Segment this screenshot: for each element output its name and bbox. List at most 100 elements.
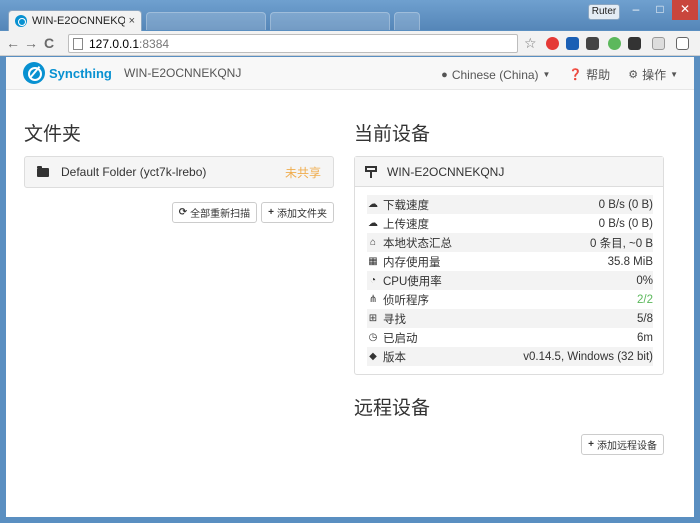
signpost-icon: ⊞ xyxy=(368,313,378,324)
stat-label: CPU使用率 xyxy=(383,275,442,288)
add-remote-device-button[interactable]: + 添加远程设备 xyxy=(581,434,664,455)
profile-badge[interactable]: Ruter xyxy=(588,4,620,20)
maximize-button[interactable]: □ xyxy=(648,0,672,20)
page-icon xyxy=(73,37,83,50)
navbar-right: ● Chinese (China) ▼ ❓ 帮助 ⚙ 操作 ▼ xyxy=(441,66,678,83)
memory-icon: ▦ xyxy=(368,256,378,267)
remote-device-actions: + 添加远程设备 xyxy=(354,434,664,455)
sitemap-icon: ⋔ xyxy=(368,294,378,305)
stat-label: 版本 xyxy=(383,351,406,364)
cloud-upload-icon: ☁ xyxy=(368,218,378,229)
background-tab[interactable] xyxy=(146,12,266,30)
globe-icon: ● xyxy=(441,68,448,81)
stat-value: 5/8 xyxy=(637,312,653,325)
stat-row: ▦ 内存使用量 35.8 MiB xyxy=(367,252,653,271)
stat-row: ☁ 上传速度 0 B/s (0 B) xyxy=(367,214,653,233)
app-navbar: Syncthing WIN-E2OCNNEKQNJ ● Chinese (Chi… xyxy=(6,57,694,90)
background-tab[interactable] xyxy=(270,12,390,30)
navbar-device-name: WIN-E2OCNNEKQNJ xyxy=(124,66,242,80)
folder-item[interactable]: Default Folder (yct7k-lrebo) 未共享 xyxy=(24,156,334,188)
clock-icon: ◷ xyxy=(368,332,378,343)
browser-toolbar: ← → C 127.0.0.1 :8384 ☆ xyxy=(0,31,700,56)
green-extension-icon[interactable] xyxy=(608,37,621,50)
stat-label: 侦听程序 xyxy=(383,294,429,307)
stat-label: 寻找 xyxy=(383,313,406,326)
page-content: Syncthing WIN-E2OCNNEKQNJ ● Chinese (Chi… xyxy=(6,57,694,517)
stat-value: 6m xyxy=(637,331,653,344)
brand-name: Syncthing xyxy=(49,65,112,81)
help-label: 帮助 xyxy=(586,68,611,82)
dashboard-icon: ◔ xyxy=(369,275,377,286)
cast-extension-icon[interactable] xyxy=(652,37,665,50)
menu-icon[interactable] xyxy=(676,37,689,50)
add-remote-device-label: 添加远程设备 xyxy=(597,441,657,452)
stat-row: ◆ 版本 v0.14.5, Windows (32 bit) xyxy=(367,347,653,366)
cloud-download-icon: ☁ xyxy=(368,199,378,210)
stat-value: 0% xyxy=(636,274,653,287)
browser-window: WIN-E2OCNNEKQNJ | S × Ruter – □ ✕ ← → C … xyxy=(0,0,700,523)
tag-icon: ◆ xyxy=(369,351,377,362)
address-host: 127.0.0.1 xyxy=(89,36,140,51)
stat-value: 0 条目, ~0 B xyxy=(590,237,653,250)
v-extension-icon[interactable] xyxy=(566,37,579,50)
opera-extension-icon[interactable] xyxy=(546,37,559,50)
stat-row: ☁ 下载速度 0 B/s (0 B) xyxy=(367,195,653,214)
browser-tab[interactable]: WIN-E2OCNNEKQNJ | S × xyxy=(8,10,142,31)
stat-value: 2/2 xyxy=(637,293,653,306)
syncthing-favicon-icon xyxy=(15,15,27,27)
folder-actions: ⟳ 全部重新扫描 + 添加文件夹 xyxy=(24,202,334,223)
stat-row: ◷ 已启动 6m xyxy=(367,328,653,347)
caret-down-icon: ▼ xyxy=(670,70,678,79)
refresh-icon: ⟳ xyxy=(178,207,188,218)
devices-column: 当前设备 WIN-E2OCNNEKQNJ ☁ 下载速度 0 B/s (0 B) ☁ 上传… xyxy=(354,119,664,455)
folder-name: Default Folder (yct7k-lrebo) xyxy=(61,165,207,179)
folder-icon xyxy=(37,165,49,177)
minimize-button[interactable]: – xyxy=(624,0,648,20)
tab-close-icon[interactable]: × xyxy=(129,15,135,27)
stat-label: 已启动 xyxy=(383,332,418,345)
rescan-all-button[interactable]: ⟳ 全部重新扫描 xyxy=(171,202,258,223)
plus-icon: + xyxy=(268,207,274,218)
this-device-header[interactable]: WIN-E2OCNNEKQNJ xyxy=(355,157,663,187)
question-icon: ❓ xyxy=(568,69,583,81)
tab-title: WIN-E2OCNNEKQNJ | S xyxy=(32,15,125,27)
this-device-panel: WIN-E2OCNNEKQNJ ☁ 下载速度 0 B/s (0 B) ☁ 上传速度 0 B… xyxy=(354,156,664,375)
tool-extension-icon[interactable] xyxy=(586,37,599,50)
help-menu[interactable]: ❓ 帮助 xyxy=(568,66,610,83)
remote-devices-heading: 远程设备 xyxy=(354,398,431,419)
address-port: :8384 xyxy=(139,36,170,51)
actions-menu[interactable]: ⚙ 操作 ▼ xyxy=(628,66,678,83)
syncthing-logo-icon xyxy=(23,62,45,84)
stat-value: 35.8 MiB xyxy=(607,255,653,268)
caret-down-icon: ▼ xyxy=(542,70,551,79)
actions-label: 操作 xyxy=(642,68,667,82)
stat-label: 上传速度 xyxy=(383,218,429,231)
new-tab-button[interactable] xyxy=(394,12,420,30)
this-device-heading: 当前设备 xyxy=(354,124,431,145)
qrcode-icon xyxy=(365,165,377,178)
close-window-button[interactable]: ✕ xyxy=(672,0,698,20)
bookmark-star-icon[interactable]: ☆ xyxy=(524,35,537,52)
brand[interactable]: Syncthing xyxy=(23,62,112,84)
folders-heading: 文件夹 xyxy=(24,124,82,145)
gear-icon: ⚙ xyxy=(628,69,639,81)
stat-row: ⌂ 本地状态汇总 0 条目, ~0 B xyxy=(367,233,653,252)
add-folder-button[interactable]: + 添加文件夹 xyxy=(261,202,334,223)
device-stats: ☁ 下载速度 0 B/s (0 B) ☁ 上传速度 0 B/s (0 B) ⌂ 本地状态汇总 0… xyxy=(355,187,663,374)
folders-column: 文件夹 Default Folder (yct7k-lrebo) 未共享 ⟳ 全… xyxy=(24,119,334,223)
home-icon: ⌂ xyxy=(369,237,377,248)
title-bar: WIN-E2OCNNEKQNJ | S × Ruter – □ ✕ xyxy=(0,0,700,31)
stat-row: ◔ CPU使用率 0% xyxy=(367,271,653,290)
stat-value: v0.14.5, Windows (32 bit) xyxy=(523,350,653,363)
this-device-name: WIN-E2OCNNEKQNJ xyxy=(387,164,505,179)
stat-row: ⊞ 寻找 5/8 xyxy=(367,309,653,328)
language-menu[interactable]: ● Chinese (China) ▼ xyxy=(441,66,550,83)
stat-label: 内存使用量 xyxy=(383,256,441,269)
address-bar[interactable]: 127.0.0.1 :8384 xyxy=(68,34,518,53)
back-button[interactable]: ← xyxy=(4,35,22,51)
add-folder-label: 添加文件夹 xyxy=(277,209,327,220)
language-label: Chinese (China) xyxy=(451,67,539,82)
forward-button[interactable]: → xyxy=(22,35,40,51)
dark-extension-icon[interactable] xyxy=(628,37,641,50)
reload-button[interactable]: C xyxy=(40,35,58,51)
